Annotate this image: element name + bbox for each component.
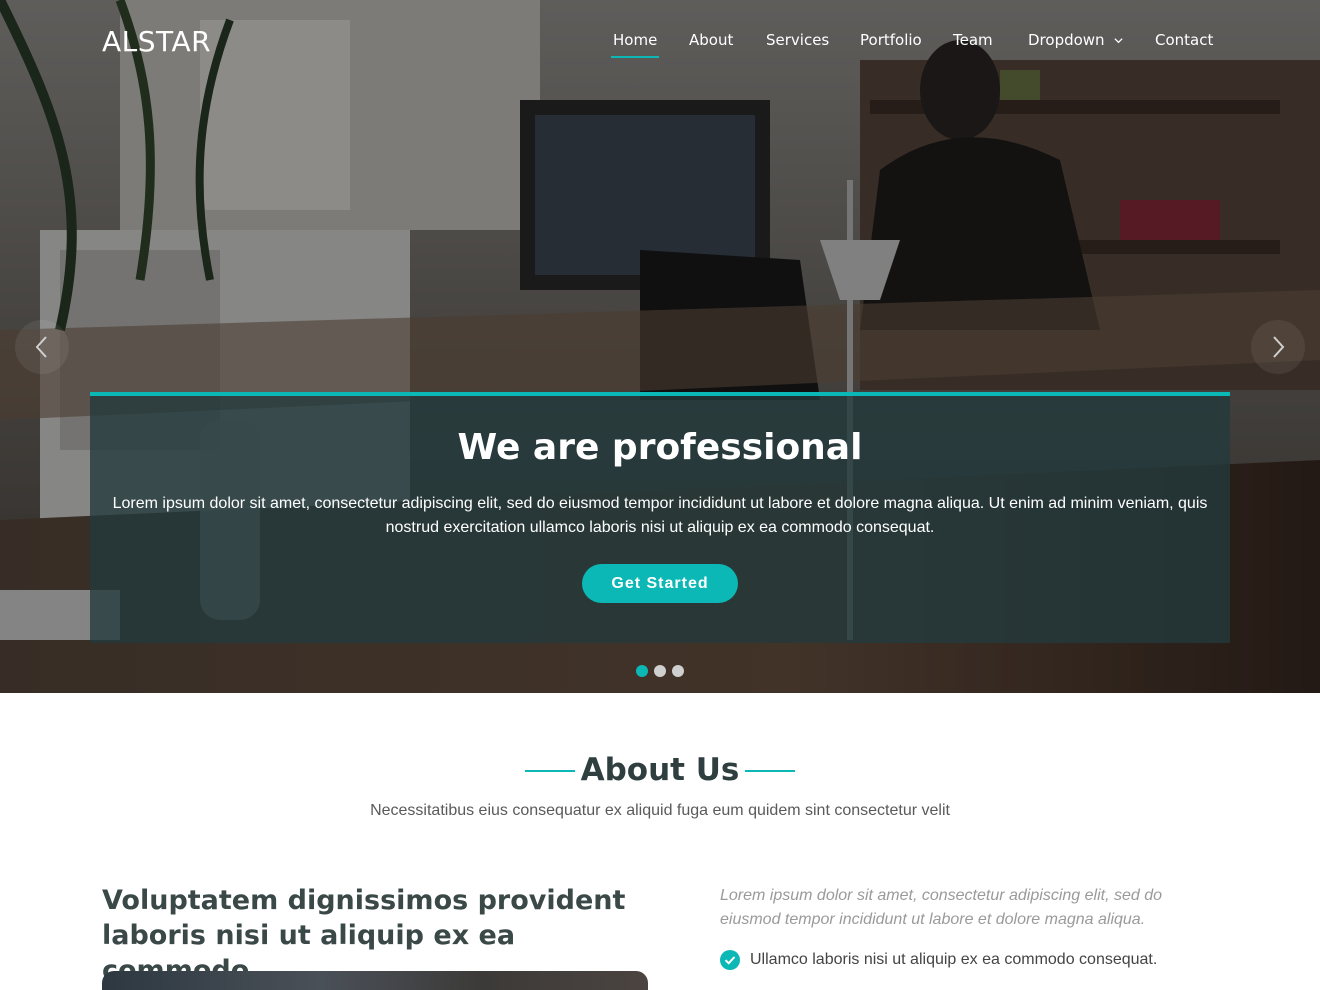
nav-item-contact[interactable]: Contact <box>1155 31 1213 49</box>
chevron-down-icon <box>1114 38 1123 44</box>
hero-title: We are professional <box>457 427 863 468</box>
get-started-button[interactable]: Get Started <box>582 564 738 603</box>
nav-item-dropdown-label: Dropdown <box>1028 31 1105 49</box>
carousel-indicator-1[interactable] <box>636 665 648 677</box>
nav-item-team[interactable]: Team <box>953 31 993 49</box>
chevron-left-icon <box>35 336 47 358</box>
checklist-item-text: Ullamco laboris nisi ut aliquip ex ea co… <box>750 951 1158 968</box>
about-lead-text: Lorem ipsum dolor sit amet, consectetur … <box>720 887 1162 928</box>
site-header: ALSTAR Home About Services Portfolio Tea… <box>0 0 1320 84</box>
carousel-indicator-2[interactable] <box>654 665 666 677</box>
about-checklist: Ullamco laboris nisi ut aliquip ex ea co… <box>720 948 1240 990</box>
carousel-next-button[interactable] <box>1251 320 1305 374</box>
chevron-right-icon <box>1273 336 1285 358</box>
hero-caption-box: We are professional Lorem ipsum dolor si… <box>90 392 1230 643</box>
about-image <box>102 971 648 990</box>
nav-item-about[interactable]: About <box>689 31 733 49</box>
title-decor-line-right <box>745 770 795 772</box>
hero-carousel: ALSTAR Home About Services Portfolio Tea… <box>0 0 1320 693</box>
nav-item-portfolio[interactable]: Portfolio <box>860 31 922 49</box>
section-title: About Us <box>580 752 740 788</box>
nav-item-services[interactable]: Services <box>766 31 829 49</box>
check-circle-icon <box>720 950 740 970</box>
section-subtitle: Necessitatibus eius consequatur ex aliqu… <box>370 802 950 819</box>
hero-text: Lorem ipsum dolor sit amet, consectetur … <box>112 495 1208 536</box>
carousel-prev-button[interactable] <box>15 320 69 374</box>
carousel-indicator-3[interactable] <box>672 665 684 677</box>
nav-item-dropdown[interactable]: Dropdown <box>1028 31 1124 49</box>
nav-item-home[interactable]: Home <box>610 31 660 58</box>
main-navigation: Home About Services Portfolio Team Dropd… <box>0 31 1320 61</box>
list-item: Ullamco laboris nisi ut aliquip ex ea co… <box>720 948 1240 972</box>
carousel-indicators <box>636 665 684 677</box>
